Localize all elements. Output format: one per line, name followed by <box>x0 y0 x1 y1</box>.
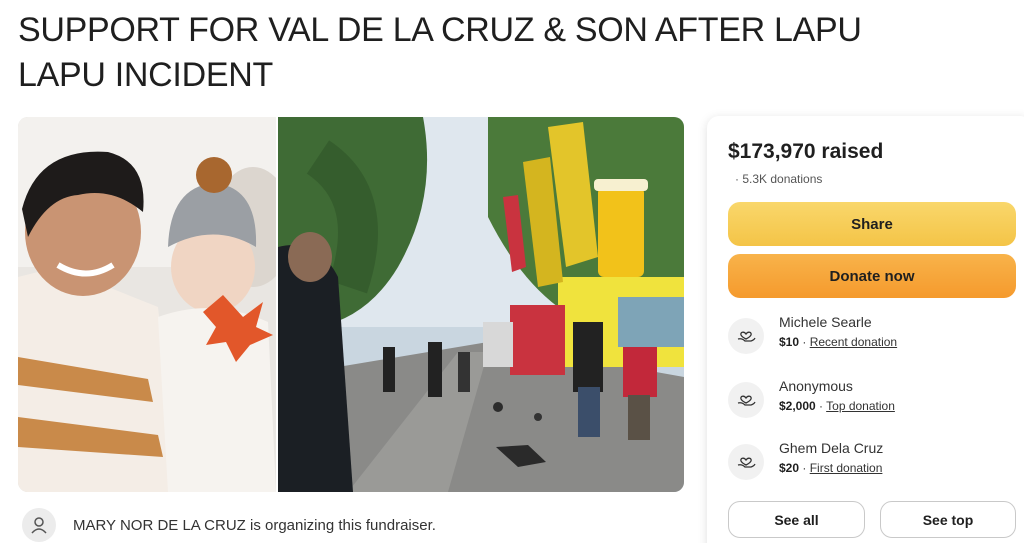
separator: · <box>799 335 810 349</box>
donor-item: Anonymous $2,000 · Top donation <box>728 378 1018 424</box>
donor-name: Ghem Dela Cruz <box>779 440 884 456</box>
donor-item: Michele Searle $10 · Recent donation <box>728 314 1018 360</box>
donor-name: Anonymous <box>779 378 853 394</box>
donor-name: Michele Searle <box>779 314 872 330</box>
share-button[interactable]: Share <box>728 202 1016 246</box>
donor-amount: $2,000 <box>779 399 816 413</box>
donor-amount: $20 <box>779 461 800 475</box>
separator: · <box>799 461 810 475</box>
hero-photo-collage <box>18 117 684 492</box>
see-all-button[interactable]: See all <box>728 501 865 538</box>
user-icon <box>22 508 56 542</box>
donation-type-link[interactable]: Top donation <box>826 399 895 413</box>
donor-meta: $2,000 · Top donation <box>779 399 895 413</box>
donate-now-button[interactable]: Donate now <box>728 254 1016 298</box>
separator: · <box>815 399 827 413</box>
heart-in-hand-icon <box>728 318 764 354</box>
donation-type-link[interactable]: Recent donation <box>810 335 897 349</box>
donation-count: · 5.3K donations <box>735 172 823 186</box>
heart-in-hand-icon <box>728 444 764 480</box>
donor-amount: $10 <box>779 335 800 349</box>
donor-meta: $20 · First donation <box>779 461 882 475</box>
heart-in-hand-icon <box>728 382 764 418</box>
campaign-title: SUPPORT FOR VAL DE LA CRUZ & SON AFTER L… <box>18 11 862 94</box>
donor-meta: $10 · Recent donation <box>779 335 897 349</box>
donor-item: Ghem Dela Cruz $20 · First donation <box>728 440 1018 486</box>
amount-raised: $173,970 raised <box>728 140 884 163</box>
campaign-hero-image <box>18 117 684 492</box>
see-top-button[interactable]: See top <box>880 501 1016 538</box>
donation-type-link[interactable]: First donation <box>810 461 883 475</box>
organizer-text: MARY NOR DE LA CRUZ is organizing this f… <box>73 516 436 534</box>
organizer-row: MARY NOR DE LA CRUZ is organizing this f… <box>22 508 436 542</box>
donation-card: $173,970 raised · 5.3K donations Share D… <box>707 116 1024 543</box>
